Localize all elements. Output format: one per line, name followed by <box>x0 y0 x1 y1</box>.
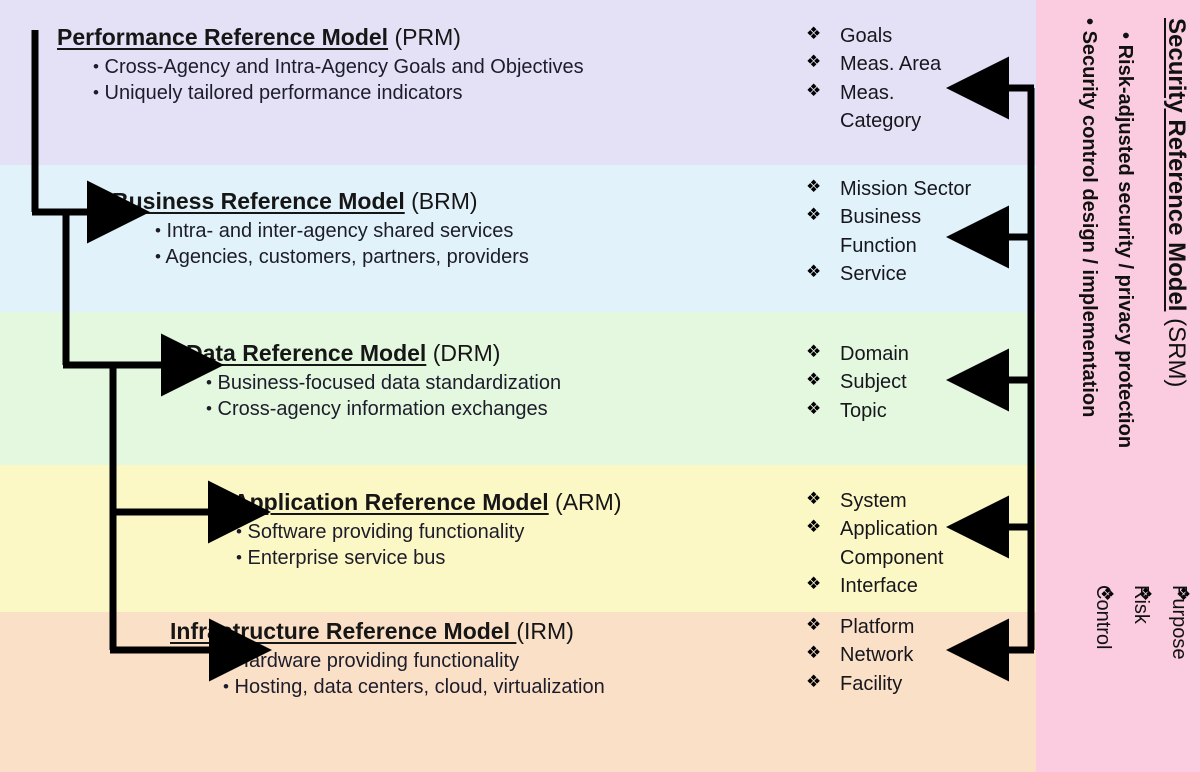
srm-bullet-2: • Security control design / implementati… <box>1078 18 1100 418</box>
model-title-brm: Business Reference Model (BRM) <box>112 188 800 215</box>
model-block-brm: Business Reference Model (BRM) • Intra- … <box>0 188 800 270</box>
touchpoint-row: ❖ Network <box>806 643 914 667</box>
model-bullets-irm: • Hardware providing functionality • Hos… <box>170 648 800 700</box>
touchpoint-row: ❖ Platform <box>806 615 915 638</box>
model-title-prm-abbrev: (PRM) <box>388 24 461 50</box>
touchpoint-row: ❖ System <box>806 489 907 512</box>
diamond-marker-icon: ❖ <box>806 370 822 390</box>
touchpoint-row: ❖ Meas. Area <box>806 52 942 76</box>
model-bullets-prm: • Cross-Agency and Intra-Agency Goals an… <box>57 54 800 106</box>
model-block-prm: Performance Reference Model (PRM) • Cros… <box>0 24 800 106</box>
touchpoint-row: ❖ Service <box>806 262 907 286</box>
model-bullets-arm: • Software providing functionality • Ent… <box>233 519 800 571</box>
bullet-dot-icon: • <box>155 247 161 266</box>
touchpoint-row: ❖ Topic <box>806 398 887 422</box>
bullet-item: • Hardware providing functionality <box>223 650 520 672</box>
model-title-brm-abbrev: (BRM) <box>404 188 478 214</box>
diamond-marker-icon: ❖ <box>806 574 822 594</box>
model-title-arm: Application Reference Model (ARM) <box>233 489 800 516</box>
touchpoint-continuation: Category <box>840 110 922 133</box>
model-title-brm-bold: Business Reference Model <box>112 188 405 214</box>
touchpoints-brm: ❖ Mission Sector ❖ Business Function ❖ Serv… <box>806 175 1026 289</box>
diamond-marker-icon: ❖ <box>806 517 822 537</box>
srm-title-abbrev: (SRM) <box>1163 311 1190 388</box>
model-block-arm: Application Reference Model (ARM) • Soft… <box>0 489 800 571</box>
touchpoints-prm: ❖ Goals ❖ Meas. Area ❖ Meas. Category <box>806 22 1026 136</box>
diamond-marker-icon: ❖ <box>806 489 822 508</box>
model-bullets-drm: • Business-focused data standardization … <box>186 370 800 422</box>
srm-keyword-risk: Risk <box>1130 585 1152 624</box>
srm-bullet-1: • Risk-adjusted security / privacy prote… <box>1114 32 1136 449</box>
model-title-prm-bold: Performance Reference Model <box>57 24 389 50</box>
diamond-marker-icon: ❖ <box>806 615 822 634</box>
model-title-prm: Performance Reference Model (PRM) <box>57 24 800 51</box>
diamond-marker-icon: ❖ <box>806 342 822 361</box>
model-title-irm-bold: Infrastructure Reference Model <box>170 618 517 644</box>
srm-keyword-control: Control <box>1092 585 1114 650</box>
touchpoint-row: ❖ Goals <box>806 24 893 47</box>
bullet-item: • Enterprise service bus <box>236 547 446 569</box>
bullet-dot-icon: • <box>206 373 212 392</box>
bullet-item: • Intra- and inter-agency shared service… <box>155 220 514 242</box>
bullet-item: • Software providing functionality <box>236 521 525 543</box>
touchpoint-continuation: Function <box>840 234 917 257</box>
diamond-marker-icon: ❖ <box>806 398 822 418</box>
bullet-dot-icon: • <box>1078 18 1100 26</box>
bullet-item: • Hosting, data centers, cloud, virtuali… <box>223 676 605 698</box>
touchpoint-row: ❖ Mission Sector <box>806 177 972 200</box>
bullet-dot-icon: • <box>1114 32 1136 40</box>
bullet-dot-icon: • <box>155 221 161 240</box>
bullet-dot-icon: • <box>223 677 229 696</box>
bullet-dot-icon: • <box>236 548 242 567</box>
model-title-drm-bold: Data Reference Model <box>186 340 427 366</box>
diamond-marker-icon: ❖ <box>806 24 822 43</box>
touchpoint-continuation: Component <box>840 546 944 569</box>
model-block-drm: Data Reference Model (DRM) • Business-fo… <box>0 340 800 422</box>
touchpoint-row: ❖ Interface <box>806 574 918 598</box>
model-title-arm-abbrev: (ARM) <box>548 489 622 515</box>
diamond-marker-icon: ❖ <box>806 671 822 691</box>
model-title-arm-bold: Application Reference Model <box>233 489 549 515</box>
fea-reference-model-diagram: Performance Reference Model (PRM) • Cros… <box>0 0 1200 772</box>
bullet-item: • Business-focused data standardization <box>206 372 562 394</box>
bullet-dot-icon: • <box>236 522 242 541</box>
touchpoint-row: ❖ Meas. <box>806 80 895 104</box>
bullet-item: • Cross-Agency and Intra-Agency Goals an… <box>93 56 584 78</box>
touchpoint-row: ❖ Business <box>806 205 922 229</box>
bullet-item: • Agencies, customers, partners, provide… <box>155 246 529 268</box>
model-title-drm: Data Reference Model (DRM) <box>186 340 800 367</box>
diamond-marker-icon: ❖ <box>806 177 822 196</box>
srm-title: Security Reference Model (SRM) <box>1162 18 1190 387</box>
bullet-dot-icon: • <box>206 399 212 418</box>
diamond-marker-icon: ❖ <box>806 52 822 72</box>
touchpoints-drm: ❖ Domain ❖ Subject ❖ Topic <box>806 340 1026 425</box>
touchpoint-row: ❖ Subject <box>806 370 907 394</box>
bullet-item: • Uniquely tailored performance indicato… <box>93 82 463 104</box>
diamond-marker-icon: ❖ <box>806 262 822 282</box>
model-title-drm-abbrev: (DRM) <box>426 340 501 366</box>
touchpoint-row: ❖ Facility <box>806 671 903 695</box>
model-title-irm-abbrev: (IRM) <box>516 618 574 644</box>
model-title-irm: Infrastructure Reference Model (IRM) <box>170 618 800 645</box>
touchpoints-irm: ❖ Platform ❖ Network ❖ Facility <box>806 613 1026 698</box>
touchpoint-row: ❖ Domain <box>806 342 909 365</box>
model-bullets-brm: • Intra- and inter-agency shared service… <box>112 218 800 270</box>
touchpoint-row: ❖ Application <box>806 517 938 541</box>
bullet-dot-icon: • <box>223 651 229 670</box>
srm-keyword-purpose: Purpose <box>1168 585 1190 660</box>
bullet-dot-icon: • <box>93 83 99 102</box>
diamond-marker-icon: ❖ <box>806 205 822 225</box>
touchpoints-arm: ❖ System ❖ Application Component ❖ Interfac… <box>806 487 1026 601</box>
bullet-item: • Cross-agency information exchanges <box>206 398 548 420</box>
bullet-dot-icon: • <box>93 57 99 76</box>
diamond-marker-icon: ❖ <box>806 80 822 100</box>
srm-title-bold: Security Reference Model <box>1163 18 1190 312</box>
diamond-marker-icon: ❖ <box>806 643 822 663</box>
model-block-irm: Infrastructure Reference Model (IRM) • H… <box>0 618 800 700</box>
